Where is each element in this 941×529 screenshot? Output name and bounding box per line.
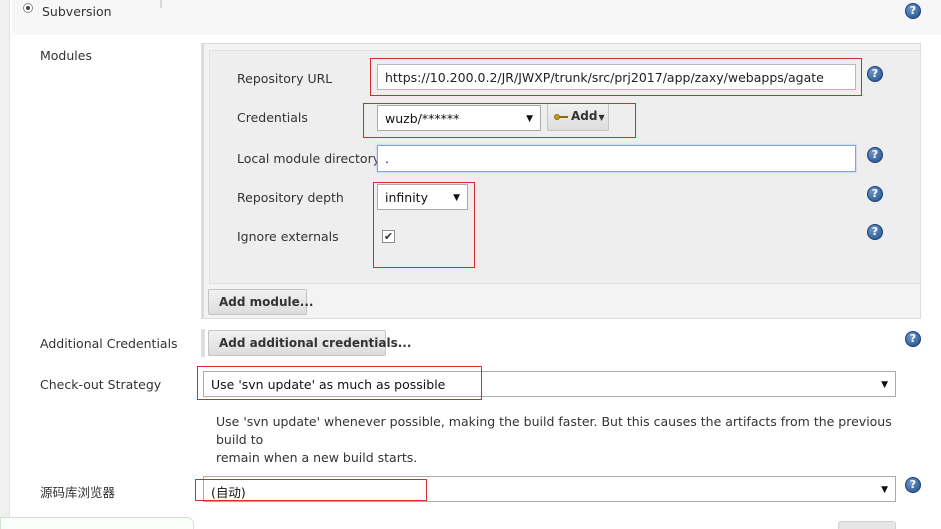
chevron-down-icon: ▼	[598, 113, 605, 122]
additional-credentials-label: Additional Credentials	[40, 336, 178, 351]
additional-credentials-edge	[201, 329, 205, 357]
header-divider	[160, 0, 162, 8]
chevron-down-icon: ▼	[881, 485, 888, 495]
bottom-right-button-edge	[838, 521, 896, 529]
left-rail	[0, 0, 10, 527]
ignore-externals-label: Ignore externals	[237, 229, 339, 244]
repository-depth-label: Repository depth	[237, 190, 344, 205]
additional-credentials-help-icon[interactable]: ?	[905, 331, 921, 347]
repository-url-label: Repository URL	[237, 71, 333, 86]
add-credentials-button[interactable]: Add▼	[547, 103, 609, 131]
local-module-directory-input[interactable]: .	[377, 145, 856, 172]
checkout-strategy-description: Use 'svn update' whenever possible, maki…	[216, 413, 916, 467]
chevron-down-icon: ▼	[453, 193, 460, 203]
modules-label: Modules	[40, 48, 92, 63]
checkout-strategy-label: Check-out Strategy	[40, 377, 162, 392]
chevron-down-icon: ▼	[881, 380, 888, 390]
repository-browser-selected: (自动)	[211, 485, 246, 500]
checkout-strategy-select[interactable]: Use 'svn update' as much as possible ▼	[203, 371, 896, 397]
repository-url-input[interactable]: https://10.200.0.2/JR/JWXP/trunk/src/prj…	[377, 64, 856, 90]
subversion-label: Subversion	[42, 4, 112, 19]
repository-depth-selected: infinity	[385, 190, 428, 205]
credentials-select[interactable]: wuzb/****** ▼	[377, 105, 541, 131]
credentials-label: Credentials	[237, 110, 308, 125]
section-header-bar	[12, 0, 941, 35]
checkout-strategy-selected: Use 'svn update' as much as possible	[211, 377, 446, 392]
add-additional-credentials-button[interactable]: Add additional credentials...	[208, 330, 411, 356]
add-module-button[interactable]: Add module...	[208, 289, 313, 315]
checkout-description-line-2: remain when a new build starts.	[216, 450, 418, 465]
ignore-externals-help-icon[interactable]: ?	[867, 224, 883, 240]
checkout-description-line-1: Use 'svn update' whenever possible, maki…	[216, 414, 892, 447]
local-module-directory-label: Local module directory	[237, 151, 381, 166]
repository-url-help-icon[interactable]: ?	[867, 66, 883, 82]
bottom-tab	[0, 517, 194, 529]
chevron-down-icon: ▼	[526, 114, 533, 124]
repository-browser-select[interactable]: (自动) ▼	[203, 476, 896, 502]
add-credentials-label: Add	[571, 109, 598, 123]
repository-depth-select[interactable]: infinity ▼	[377, 184, 468, 210]
repository-browser-help-icon[interactable]: ?	[905, 477, 921, 493]
repository-depth-help-icon[interactable]: ?	[867, 186, 883, 202]
key-icon	[554, 113, 568, 121]
help-icon[interactable]: ?	[905, 3, 921, 19]
ignore-externals-checkbox[interactable]: ✔	[382, 230, 395, 243]
credentials-selected: wuzb/******	[385, 111, 460, 126]
repository-browser-label: 源码库浏览器	[40, 485, 116, 500]
subversion-radio[interactable]	[23, 3, 33, 13]
local-module-directory-help-icon[interactable]: ?	[867, 147, 883, 163]
